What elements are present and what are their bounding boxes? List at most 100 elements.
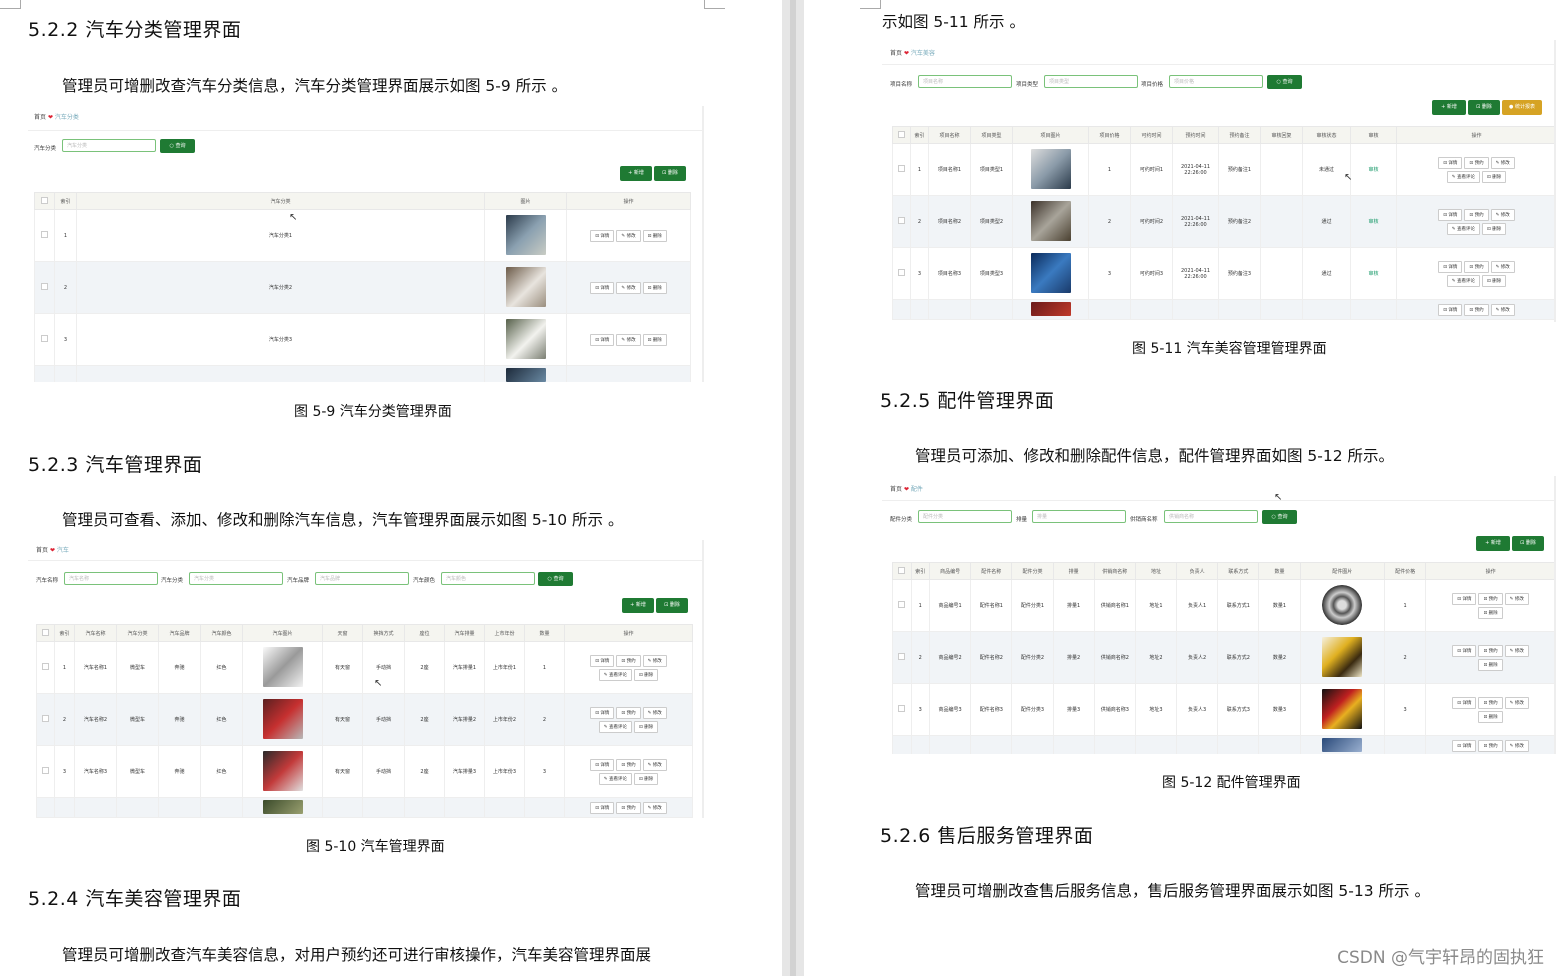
edit-button[interactable]: ✎ 修改: [1504, 644, 1529, 657]
delete-row-button[interactable]: ⊡ 删除: [1478, 710, 1503, 723]
book-button[interactable]: ⊡ 预约: [1464, 208, 1489, 221]
detail-button[interactable]: ⊡ 详情: [1452, 739, 1477, 752]
row-checkbox[interactable]: [892, 247, 911, 300]
edit-button[interactable]: ✎ 修改: [1490, 260, 1515, 273]
select-all-checkbox[interactable]: [892, 126, 911, 144]
row-checkbox[interactable]: [892, 195, 911, 248]
detail-button[interactable]: ⊡ 详情: [1452, 592, 1477, 605]
select-all-checkbox[interactable]: [892, 562, 912, 580]
book-button[interactable]: ⊡ 预约: [1478, 696, 1503, 709]
row-checkbox[interactable]: [34, 313, 55, 366]
edit-button[interactable]: ✎ 修改: [1490, 208, 1515, 221]
car-brand-input[interactable]: 汽车品牌: [315, 572, 409, 585]
edit-button[interactable]: ✎ 修改: [616, 333, 641, 346]
view-comments-button[interactable]: ✎ 查看评论: [598, 668, 632, 681]
edit-button[interactable]: ✎ 修改: [642, 654, 667, 667]
add-button[interactable]: + 新增: [1476, 536, 1510, 551]
delete-row-button[interactable]: ⊡ 删除: [1482, 170, 1507, 183]
supplier-name-input[interactable]: 供销商名称: [1164, 510, 1258, 523]
breadcrumb-home[interactable]: 首页: [34, 114, 46, 121]
select-all-checkbox[interactable]: [34, 192, 55, 210]
row-checkbox[interactable]: [892, 683, 912, 736]
select-all-checkbox[interactable]: [36, 624, 55, 642]
edit-button[interactable]: ✎ 修改: [616, 281, 641, 294]
view-comments-button[interactable]: ✎ 查看评论: [1446, 222, 1480, 235]
detail-button[interactable]: ⊡ 详情: [1452, 696, 1477, 709]
detail-button[interactable]: ⊡ 详情: [590, 654, 615, 667]
search-input-category[interactable]: 汽车分类: [62, 139, 156, 152]
project-price-input[interactable]: 项目价格: [1169, 75, 1263, 88]
breadcrumb-home[interactable]: 首页: [890, 486, 902, 493]
stats-report-button[interactable]: ● 统计报表: [1502, 100, 1542, 115]
view-comments-button[interactable]: ✎ 查看评论: [1446, 170, 1480, 183]
book-button[interactable]: ⊡ 预约: [616, 706, 641, 719]
book-button[interactable]: ⊡ 预约: [1478, 739, 1503, 752]
delete-row-button[interactable]: ⊡ 删除: [1478, 658, 1503, 671]
book-button[interactable]: ⊡ 预约: [616, 654, 641, 667]
detail-button[interactable]: ⊡ 详情: [1438, 260, 1463, 273]
add-button[interactable]: + 新增: [620, 166, 652, 181]
delete-row-button[interactable]: ⊡ 删除: [1482, 274, 1507, 287]
view-comments-button[interactable]: ✎ 查看评论: [598, 720, 632, 733]
edit-button[interactable]: ✎ 修改: [1504, 739, 1529, 752]
breadcrumb-home[interactable]: 首页: [890, 50, 902, 57]
edit-button[interactable]: ✎ 修改: [642, 758, 667, 771]
delete-button[interactable]: ⊡ 删除: [1512, 536, 1544, 551]
search-button[interactable]: ○ 查询: [538, 572, 573, 586]
delete-row-button[interactable]: ⊡ 删除: [642, 333, 667, 346]
delete-row-button[interactable]: ⊡ 删除: [642, 281, 667, 294]
delete-row-button[interactable]: ⊡ 删除: [634, 772, 659, 785]
edit-button[interactable]: ✎ 修改: [1504, 592, 1529, 605]
project-type-input[interactable]: 项目类型: [1044, 75, 1138, 88]
row-checkbox[interactable]: [892, 143, 911, 196]
row-checkbox[interactable]: [892, 631, 912, 684]
audit-link[interactable]: 审核: [1350, 143, 1397, 196]
book-button[interactable]: ⊡ 预约: [1464, 156, 1489, 169]
detail-button[interactable]: ⊡ 详情: [590, 333, 615, 346]
audit-link[interactable]: 审核: [1350, 247, 1397, 300]
book-button[interactable]: ⊡ 预约: [616, 758, 641, 771]
detail-button[interactable]: ⊡ 详情: [590, 706, 615, 719]
add-button[interactable]: + 新增: [622, 598, 654, 613]
row-checkbox[interactable]: [34, 209, 55, 262]
delete-row-button[interactable]: ⊡ 删除: [642, 229, 667, 242]
car-color-input[interactable]: 汽车颜色: [441, 572, 535, 585]
displacement-input[interactable]: 排量: [1032, 510, 1126, 523]
edit-button[interactable]: ✎ 修改: [1504, 696, 1529, 709]
delete-row-button[interactable]: ⊡ 删除: [634, 720, 659, 733]
book-button[interactable]: ⊡ 预约: [1478, 644, 1503, 657]
delete-row-button[interactable]: ⊡ 删除: [1478, 606, 1503, 619]
edit-button[interactable]: ✎ 修改: [616, 229, 641, 242]
detail-button[interactable]: ⊡ 详情: [1438, 156, 1463, 169]
detail-button[interactable]: ⊡ 详情: [1438, 208, 1463, 221]
car-category-input[interactable]: 汽车分类: [189, 572, 283, 585]
edit-button[interactable]: ✎ 修改: [642, 706, 667, 719]
delete-row-button[interactable]: ⊡ 删除: [1482, 222, 1507, 235]
row-checkbox[interactable]: [36, 745, 55, 798]
view-comments-button[interactable]: ✎ 查看评论: [598, 772, 632, 785]
search-button[interactable]: ○ 查询: [1267, 75, 1302, 89]
edit-button[interactable]: ✎ 修改: [642, 801, 667, 814]
audit-link[interactable]: 审核: [1350, 195, 1397, 248]
edit-button[interactable]: ✎ 修改: [1490, 303, 1515, 316]
book-button[interactable]: ⊡ 预约: [616, 801, 641, 814]
detail-button[interactable]: ⊡ 详情: [590, 281, 615, 294]
car-name-input[interactable]: 汽车名称: [64, 572, 158, 585]
delete-button[interactable]: ⊡ 删除: [1468, 100, 1500, 115]
view-comments-button[interactable]: ✎ 查看评论: [1446, 274, 1480, 287]
detail-button[interactable]: ⊡ 详情: [590, 801, 615, 814]
detail-button[interactable]: ⊡ 详情: [1452, 644, 1477, 657]
detail-button[interactable]: ⊡ 详情: [590, 758, 615, 771]
search-button[interactable]: ○ 查询: [1262, 510, 1297, 524]
detail-button[interactable]: ⊡ 详情: [590, 229, 615, 242]
book-button[interactable]: ⊡ 预约: [1464, 260, 1489, 273]
delete-button[interactable]: ⊡ 删除: [654, 166, 686, 181]
search-button[interactable]: ○ 查询: [160, 139, 195, 153]
detail-button[interactable]: ⊡ 详情: [1438, 303, 1463, 316]
project-name-input[interactable]: 项目名称: [918, 75, 1012, 88]
book-button[interactable]: ⊡ 预约: [1464, 303, 1489, 316]
delete-button[interactable]: ⊡ 删除: [656, 598, 688, 613]
row-checkbox[interactable]: [34, 261, 55, 314]
delete-row-button[interactable]: ⊡ 删除: [634, 668, 659, 681]
add-button[interactable]: + 新增: [1432, 100, 1466, 115]
